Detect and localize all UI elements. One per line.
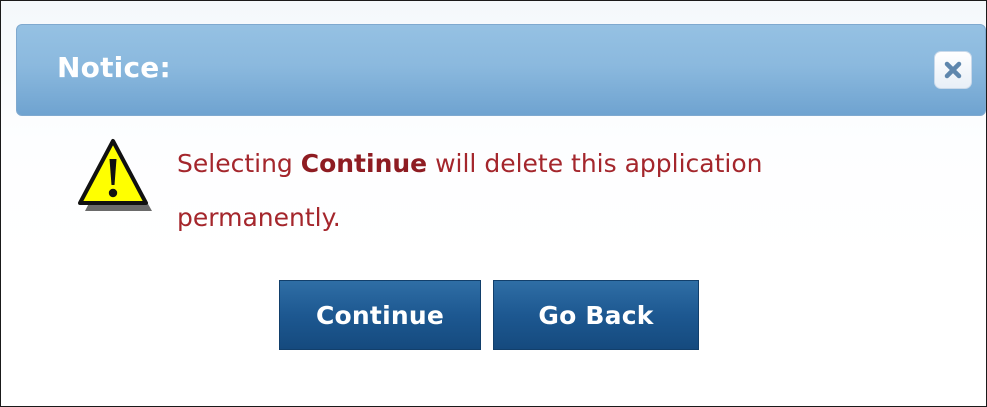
close-button[interactable] — [934, 51, 972, 89]
dialog-titlebar: Notice: — [16, 24, 986, 116]
dialog-title: Notice: — [57, 51, 171, 84]
message-prefix: Selecting — [177, 149, 301, 178]
notice-dialog: Notice: Selecting Continue will delete t… — [0, 0, 987, 407]
close-icon — [944, 61, 962, 79]
message-emphasis: Continue — [300, 149, 428, 178]
go-back-button[interactable]: Go Back — [493, 280, 699, 350]
warning-icon — [78, 139, 152, 211]
continue-button[interactable]: Continue — [279, 280, 481, 350]
warning-message: Selecting Continue will delete this appl… — [177, 137, 897, 245]
